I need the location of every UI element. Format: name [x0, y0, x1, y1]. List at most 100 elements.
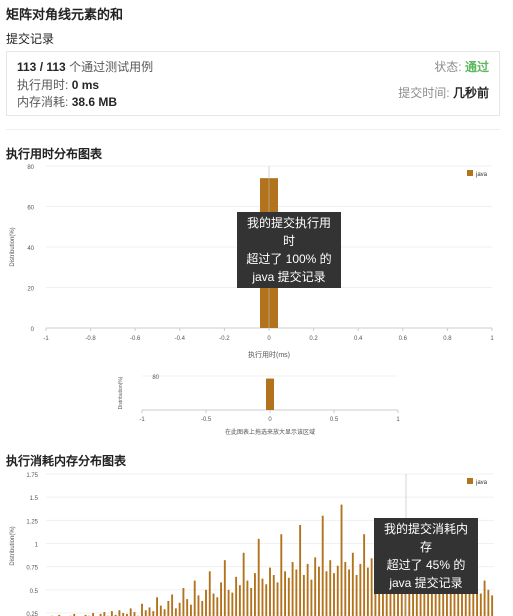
x-tick-label: 1 — [396, 417, 400, 423]
bar — [220, 582, 222, 616]
bar — [227, 589, 230, 616]
memory-tooltip: 我的提交消耗内存 超过了 45% 的 java 提交记录 — [374, 518, 478, 594]
bar — [257, 538, 260, 616]
status-badge[interactable]: 通过 — [465, 60, 489, 74]
bar — [284, 571, 286, 616]
x-tick-label: 0.6 — [399, 336, 408, 342]
y-tick-label: 0.25 — [26, 612, 38, 616]
x-tick-label: -0.2 — [219, 336, 230, 342]
bar — [235, 576, 238, 616]
y-axis-label: Distribution(%) — [10, 526, 16, 565]
submit-time-line: 提交时间: 几秒前 — [398, 84, 489, 101]
bar — [344, 562, 347, 616]
runtime-tooltip-line-2: 超过了 100% 的 — [246, 252, 332, 266]
bar — [110, 611, 113, 616]
bar — [129, 608, 132, 616]
test-cases-line: 113 / 113 个通过测试用例 — [17, 58, 153, 75]
passed-count: 113 / 113 — [17, 60, 66, 74]
bar — [133, 612, 136, 616]
submit-time-value: 几秒前 — [452, 86, 489, 100]
y-axis-label: Distribution(%) — [118, 376, 124, 409]
y-tick-label: 1.75 — [26, 473, 38, 479]
bar — [201, 600, 204, 616]
x-tick-label: -1 — [139, 417, 145, 423]
x-tick-label: 0.8 — [443, 336, 452, 342]
bar — [272, 575, 275, 616]
y-tick-label: 40 — [27, 246, 34, 252]
bar — [223, 560, 226, 616]
bar — [186, 599, 189, 616]
submit-time-label: 提交时间: — [398, 86, 450, 100]
x-tick-label: -0.5 — [201, 417, 212, 423]
memory-label: 内存消耗: — [17, 95, 69, 109]
bar — [238, 585, 241, 616]
bar — [487, 589, 490, 616]
bar — [167, 600, 170, 616]
bar — [491, 595, 494, 616]
bar — [205, 589, 207, 616]
bar — [216, 597, 219, 616]
bar — [366, 567, 369, 616]
bar — [242, 552, 245, 616]
brush-hint: 在此图表上拖选来放大显示该区域 — [225, 428, 315, 436]
passed-suffix: 个通过测试用例 — [69, 60, 154, 74]
y-tick-label: 60 — [27, 206, 34, 212]
bar — [141, 603, 143, 616]
bar — [333, 573, 335, 616]
bar — [336, 565, 339, 616]
bar — [261, 578, 264, 616]
status-label: 状态: — [434, 60, 462, 74]
bar — [348, 569, 350, 616]
bar — [231, 592, 234, 616]
runtime-label: 执行用时: — [17, 78, 69, 92]
x-tick-label: 0 — [267, 336, 271, 342]
bar — [370, 558, 373, 616]
y-tick-label: 80 — [27, 165, 34, 171]
submission-summary-card: 113 / 113 个通过测试用例 执行用时: 0 ms 内存消耗: 38.6 … — [6, 51, 500, 116]
legend-label: java — [475, 480, 488, 486]
x-tick-label: 0.2 — [309, 336, 318, 342]
x-axis-label: 执行用时(ms) — [248, 350, 290, 359]
bar — [266, 378, 274, 410]
bar — [355, 575, 358, 616]
x-tick-label: -0.6 — [130, 336, 141, 342]
bar — [148, 607, 151, 616]
bar — [171, 594, 174, 616]
bar — [299, 524, 302, 616]
bar — [159, 605, 162, 616]
runtime-value: 0 ms — [71, 78, 100, 92]
submission-record-heading: 提交记录 — [6, 32, 55, 46]
bar — [193, 580, 196, 616]
memory-value: 38.6 MB — [71, 95, 118, 109]
runtime-tooltip-line-1: 我的提交执行用时 — [246, 216, 331, 248]
bar — [250, 587, 253, 616]
bar — [351, 552, 354, 616]
legend-label: java — [475, 172, 488, 178]
bar — [291, 562, 294, 616]
memory-tooltip-line-2: 超过了 45% 的 — [386, 558, 466, 572]
bar — [363, 534, 366, 616]
bar — [178, 602, 181, 616]
x-tick-label: 0.5 — [330, 417, 339, 423]
y-tick-label: 0 — [31, 327, 35, 333]
bar — [287, 577, 290, 616]
page-title: 矩阵对角线元素的和 — [6, 7, 124, 22]
memory-tooltip-line-3: java 提交记录 — [389, 576, 463, 590]
legend-swatch — [467, 478, 473, 484]
bar — [280, 534, 283, 616]
bar — [479, 593, 482, 616]
bar — [472, 591, 475, 616]
y-tick-label: 1.5 — [30, 496, 39, 502]
y-tick-label: 0.75 — [26, 566, 38, 572]
legend-swatch — [467, 170, 473, 176]
bar — [310, 579, 313, 616]
bar — [321, 515, 324, 616]
bar — [246, 580, 249, 616]
bar — [302, 575, 305, 616]
runtime-brush-chart[interactable]: 80 -1 -0.5 0 0.5 1 在此图表上拖选来放大显示该区域 Distribution… — [0, 368, 513, 438]
bar — [118, 610, 121, 616]
bar — [182, 587, 185, 616]
bar — [197, 595, 200, 616]
bar — [276, 582, 279, 616]
bar — [163, 609, 166, 616]
